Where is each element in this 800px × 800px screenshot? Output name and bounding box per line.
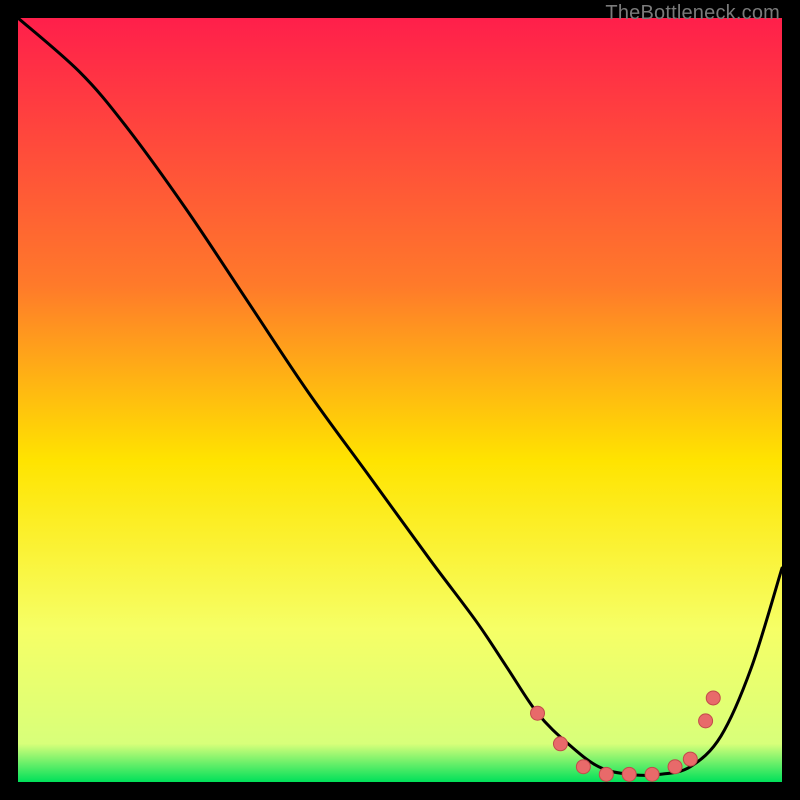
- watermark-label: TheBottleneck.com: [605, 2, 780, 25]
- marker-dot: [683, 752, 697, 766]
- marker-dot: [531, 706, 545, 720]
- bottleneck-chart: [18, 18, 782, 782]
- marker-dot: [645, 767, 659, 781]
- marker-dot: [553, 737, 567, 751]
- marker-dot: [706, 691, 720, 705]
- marker-dot: [576, 760, 590, 774]
- chart-frame: [18, 18, 782, 782]
- marker-dot: [599, 767, 613, 781]
- marker-dot: [668, 760, 682, 774]
- marker-dot: [699, 714, 713, 728]
- marker-dot: [622, 767, 636, 781]
